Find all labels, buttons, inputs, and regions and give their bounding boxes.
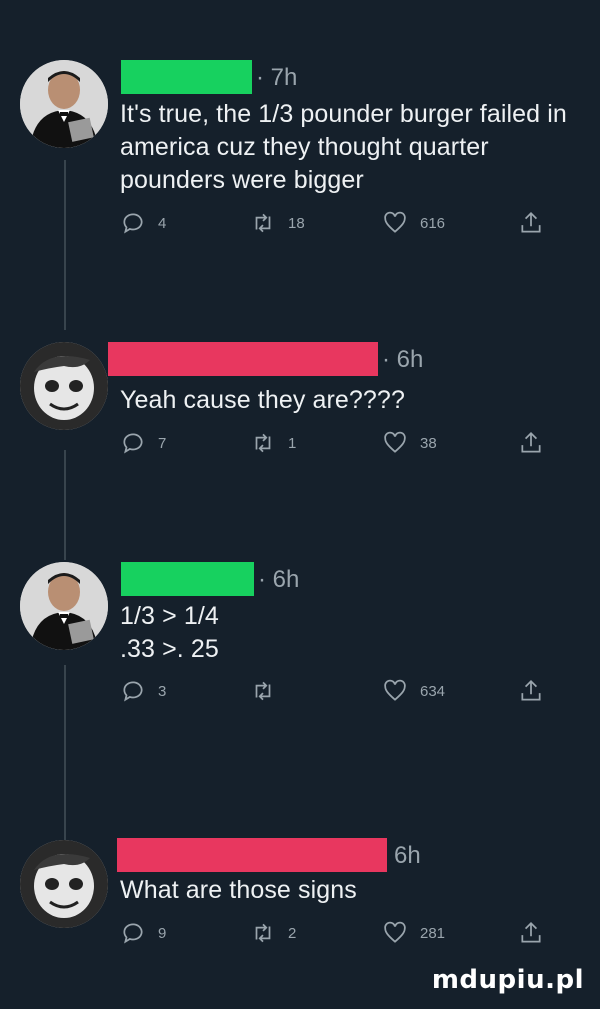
- like-count: 634: [420, 682, 446, 700]
- reply-button[interactable]: 9: [120, 918, 166, 948]
- reply-button[interactable]: 4: [120, 208, 166, 238]
- tweet-text: It's true, the 1/3 pounder burger failed…: [120, 100, 567, 194]
- retweet-count: 2: [288, 924, 297, 942]
- reply-button[interactable]: 7: [120, 428, 166, 458]
- comment-bubble-icon: [123, 923, 143, 944]
- avatar[interactable]: [20, 562, 108, 650]
- avatar-image: [20, 840, 108, 928]
- redacted-username: [121, 60, 252, 94]
- like-count: 281: [420, 924, 446, 942]
- tweet-text: What are those signs: [120, 876, 357, 904]
- comment-bubble-icon: [123, 433, 143, 454]
- share-upload-icon: [521, 212, 541, 233]
- avatar-image: [20, 60, 108, 148]
- retweet-arrows-icon: [255, 681, 271, 701]
- avatar-image: [20, 342, 108, 430]
- tweet-timestamp[interactable]: · 6h: [258, 566, 299, 594]
- retweet-button[interactable]: 2: [250, 918, 296, 948]
- heart-icon: [384, 211, 406, 233]
- share-button[interactable]: [518, 428, 544, 458]
- tweet-actions: 4 18 616: [120, 208, 560, 238]
- like-count: 38: [420, 434, 437, 452]
- reply-count: 7: [158, 434, 167, 452]
- watermark: mdupiu.pl: [431, 965, 584, 995]
- retweet-arrows-icon: [255, 923, 271, 943]
- retweet-button[interactable]: 18: [250, 208, 305, 238]
- like-count: 616: [420, 214, 446, 232]
- tweet-timestamp[interactable]: · 7h: [256, 64, 297, 92]
- comment-bubble-icon: [123, 681, 143, 702]
- reply-count: 4: [158, 214, 167, 232]
- redacted-username: [117, 838, 387, 872]
- retweet-arrows-icon: [255, 213, 271, 233]
- retweet-button[interactable]: [250, 676, 288, 706]
- retweet-button[interactable]: 1: [250, 428, 296, 458]
- avatar[interactable]: [20, 60, 108, 148]
- like-button[interactable]: 281: [382, 918, 445, 948]
- tweet-actions: 7 1 38: [120, 428, 560, 458]
- share-upload-icon: [521, 922, 541, 943]
- share-button[interactable]: [518, 676, 544, 706]
- redacted-username: [108, 342, 378, 376]
- reply-button[interactable]: 3: [120, 676, 166, 706]
- like-button[interactable]: 616: [382, 208, 445, 238]
- retweet-arrows-icon: [255, 433, 271, 453]
- tweet[interactable]: · 7h It's true, the 1/3 pounder burger f…: [0, 0, 600, 260]
- retweet-count: 18: [288, 214, 305, 232]
- reply-count: 9: [158, 924, 167, 942]
- heart-icon: [384, 431, 406, 453]
- redacted-username: [121, 562, 254, 596]
- tweet[interactable]: · 6h 1/3 > 1/4 .33 >. 25 3 634: [0, 540, 600, 810]
- tweet[interactable]: · 6h Yeah cause they are???? 7 1 38: [0, 260, 600, 540]
- share-upload-icon: [521, 432, 541, 453]
- heart-icon: [384, 921, 406, 943]
- like-button[interactable]: 634: [382, 676, 445, 706]
- tweet-actions: 3 634: [120, 676, 560, 706]
- avatar[interactable]: [20, 342, 108, 430]
- reply-count: 3: [158, 682, 167, 700]
- avatar[interactable]: [20, 840, 108, 928]
- tweet-text: 1/3 > 1/4 .33 >. 25: [120, 602, 219, 663]
- tweet-timestamp[interactable]: · 6h: [382, 346, 423, 374]
- tweet-text: Yeah cause they are????: [120, 386, 405, 414]
- retweet-count: 1: [288, 434, 297, 452]
- share-button[interactable]: [518, 918, 544, 948]
- share-button[interactable]: [518, 208, 544, 238]
- tweet-actions: 9 2 281: [120, 918, 560, 948]
- like-button[interactable]: 38: [382, 428, 437, 458]
- avatar-image: [20, 562, 108, 650]
- tweet-timestamp[interactable]: 6h: [394, 842, 421, 870]
- share-upload-icon: [521, 680, 541, 701]
- heart-icon: [384, 679, 406, 701]
- comment-bubble-icon: [123, 213, 143, 234]
